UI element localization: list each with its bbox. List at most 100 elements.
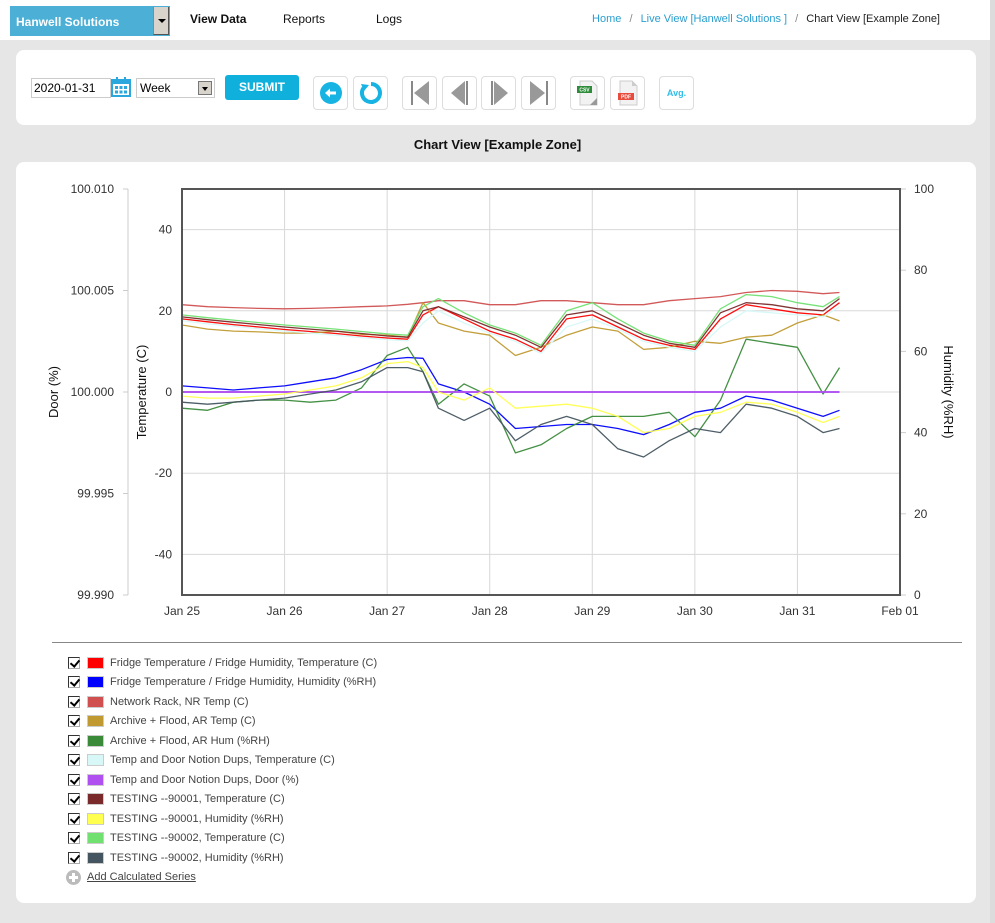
legend-label: TESTING --90002, Temperature (C): [110, 832, 285, 845]
x-tick-label: Feb 01: [881, 604, 919, 618]
legend-item[interactable]: Temp and Door Notion Dups, Door (%): [52, 770, 962, 790]
organization-select[interactable]: Hanwell Solutions: [10, 6, 170, 36]
page-title: Chart View [Example Zone]: [413, 137, 582, 152]
legend-swatch: [87, 773, 104, 786]
legend-label: Network Rack, NR Temp (C): [110, 695, 249, 708]
nav-logs[interactable]: Logs: [376, 12, 402, 26]
breadcrumb-live-view[interactable]: Live View [Hanwell Solutions ]: [641, 13, 788, 25]
door-tick-label: 99.995: [77, 487, 114, 501]
legend-item[interactable]: Fridge Temperature / Fridge Humidity, Te…: [52, 653, 962, 673]
chevron-down-icon[interactable]: [153, 7, 169, 35]
svg-text:PDF: PDF: [621, 95, 631, 101]
chart: Jan 25 Jan 26 Jan 27 Jan 28 Jan 29 Jan 30 Jan …: [46, 182, 956, 618]
back-button[interactable]: [313, 76, 348, 110]
chevron-down-icon[interactable]: [198, 81, 212, 95]
legend-item[interactable]: Archive + Flood, AR Temp (C): [52, 712, 962, 732]
legend-checkbox[interactable]: [68, 734, 80, 747]
legend-swatch: [87, 656, 104, 669]
legend-checkbox[interactable]: [68, 715, 80, 728]
legend-label: Archive + Flood, AR Hum (%RH): [110, 734, 270, 747]
legend-item[interactable]: Fridge Temperature / Fridge Humidity, Hu…: [52, 673, 962, 693]
nav-view-data[interactable]: View Data: [190, 12, 246, 26]
legend-item[interactable]: Temp and Door Notion Dups, Temperature (…: [52, 751, 962, 771]
legend-swatch: [87, 793, 104, 806]
add-calculated-series-link[interactable]: Add Calculated Series: [87, 871, 196, 883]
breadcrumb-separator: /: [795, 13, 799, 25]
x-tick-label: Jan 26: [267, 604, 303, 618]
legend-swatch: [87, 734, 104, 747]
temperature-tick-label: 20: [159, 304, 173, 318]
back-icon: [319, 82, 342, 104]
legend-label: Temp and Door Notion Dups, Door (%): [110, 773, 299, 786]
refresh-button[interactable]: [353, 76, 388, 110]
legend-checkbox[interactable]: [68, 773, 80, 786]
export-pdf-button[interactable]: PDF: [610, 76, 645, 110]
x-tick-label: Jan 30: [677, 604, 713, 618]
first-icon: [410, 81, 429, 105]
series-line-3: [181, 289, 840, 310]
pdf-export-icon: PDF: [617, 80, 637, 106]
plus-icon[interactable]: [66, 869, 81, 885]
legend-item[interactable]: Network Rack, NR Temp (C): [52, 692, 962, 712]
humidity-tick-label: 20: [914, 507, 928, 521]
x-tick-label: Jan 25: [164, 604, 200, 618]
legend-swatch: [87, 851, 104, 864]
legend-checkbox[interactable]: [68, 812, 80, 825]
legend-item[interactable]: Archive + Flood, AR Hum (%RH): [52, 731, 962, 751]
average-button[interactable]: Avg.: [659, 76, 694, 110]
legend-checkbox[interactable]: [68, 793, 80, 806]
period-select-value: Week: [140, 81, 171, 95]
csv-export-icon: CSV: [576, 80, 597, 106]
period-select[interactable]: Week: [136, 78, 215, 98]
toolbar-panel: Week SUBMIT: [16, 50, 976, 125]
breadcrumb: Home / Live View [Hanwell Solutions ] / …: [592, 13, 940, 25]
legend-label: Fridge Temperature / Fridge Humidity, Hu…: [110, 676, 377, 689]
first-page-button[interactable]: [402, 76, 437, 110]
temperature-axis-title: Temperature (C): [134, 345, 149, 440]
humidity-tick-label: 80: [914, 263, 928, 277]
legend-item[interactable]: TESTING --90001, Humidity (%RH): [52, 809, 962, 829]
legend-swatch: [87, 695, 104, 708]
last-page-button[interactable]: [521, 76, 556, 110]
legend-checkbox[interactable]: [68, 851, 80, 864]
previous-icon: [450, 81, 468, 105]
breadcrumb-current: Chart View [Example Zone]: [806, 13, 940, 25]
legend-checkbox[interactable]: [68, 832, 80, 845]
nav-reports[interactable]: Reports: [283, 12, 325, 26]
humidity-tick-label: 100: [914, 182, 934, 196]
door-axis-title: Door (%): [46, 366, 61, 418]
legend-swatch: [87, 676, 104, 689]
x-tick-label: Jan 29: [574, 604, 610, 618]
previous-button[interactable]: [442, 76, 477, 110]
legend-swatch: [87, 812, 104, 825]
x-tick-label: Jan 27: [369, 604, 405, 618]
date-input[interactable]: [31, 78, 111, 98]
legend-label: Archive + Flood, AR Temp (C): [110, 715, 256, 728]
refresh-icon: [359, 82, 382, 104]
next-button[interactable]: [481, 76, 516, 110]
door-tick-label: 100.010: [71, 182, 115, 196]
legend-checkbox[interactable]: [68, 676, 80, 689]
temperature-tick-label: 0: [165, 385, 172, 399]
calendar-icon[interactable]: [111, 77, 131, 97]
submit-button[interactable]: SUBMIT: [225, 75, 299, 100]
x-tick-label: Jan 31: [779, 604, 815, 618]
humidity-axis-title: Humidity (%RH): [941, 345, 956, 438]
legend-label: TESTING --90001, Humidity (%RH): [110, 812, 284, 825]
x-tick-label: Jan 28: [472, 604, 508, 618]
legend-item[interactable]: TESTING --90001, Temperature (C): [52, 790, 962, 810]
chart-panel: Jan 25 Jan 26 Jan 27 Jan 28 Jan 29 Jan 30 Jan …: [16, 162, 976, 903]
next-icon: [490, 81, 508, 105]
legend-label: Fridge Temperature / Fridge Humidity, Te…: [110, 656, 378, 669]
legend-item[interactable]: TESTING --90002, Humidity (%RH): [52, 848, 962, 868]
legend-checkbox[interactable]: [68, 695, 80, 708]
legend-swatch: [87, 832, 104, 845]
door-tick-label: 99.990: [77, 588, 114, 602]
humidity-tick-label: 40: [914, 426, 928, 440]
export-csv-button[interactable]: CSV: [570, 76, 605, 110]
breadcrumb-home[interactable]: Home: [592, 13, 621, 25]
legend-checkbox[interactable]: [68, 656, 80, 669]
legend-checkbox[interactable]: [68, 754, 80, 767]
add-calculated-series[interactable]: Add Calculated Series: [52, 869, 962, 885]
legend-item[interactable]: TESTING --90002, Temperature (C): [52, 829, 962, 849]
